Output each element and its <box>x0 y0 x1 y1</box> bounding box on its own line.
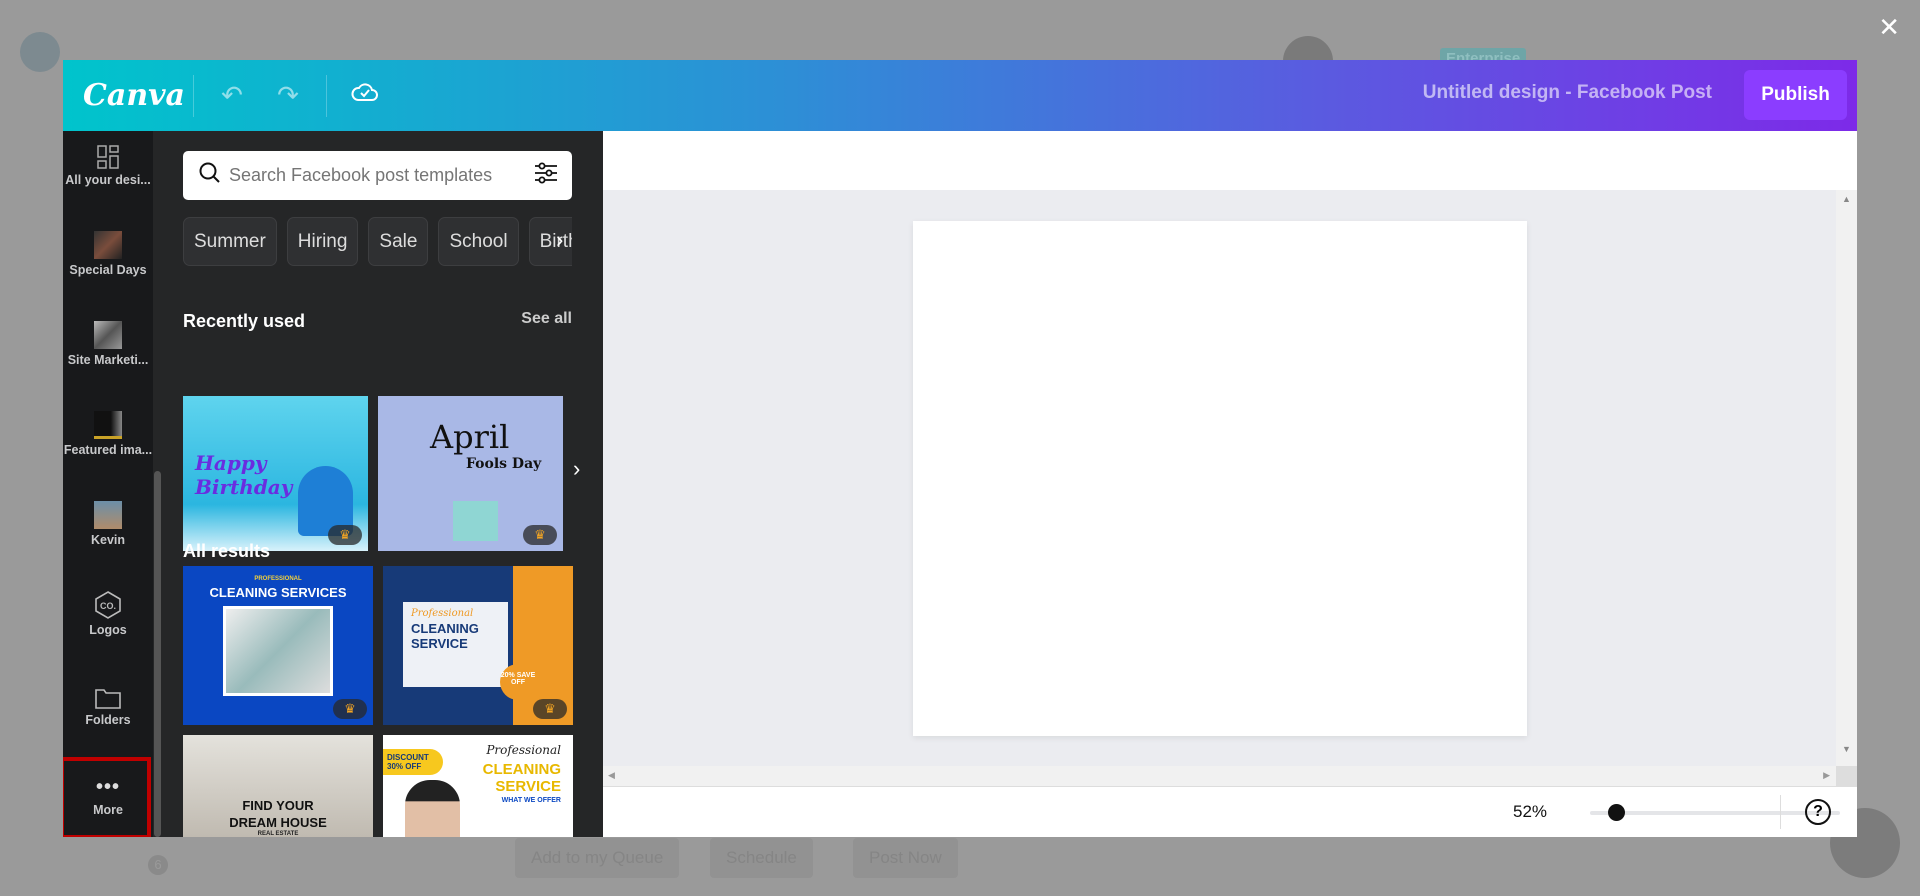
premium-crown-icon: ♛ <box>333 699 367 719</box>
see-all-link[interactable]: See all <box>521 310 572 328</box>
canvas-area <box>603 190 1836 766</box>
rail-item-special-days[interactable]: Special Days <box>63 231 153 321</box>
template-cleaning-service-navy[interactable]: Professional CLEANING SERVICE 20% SAVE O… <box>383 566 573 725</box>
search-icon <box>199 162 221 189</box>
filter-sliders-icon[interactable] <box>534 162 558 189</box>
design-page[interactable] <box>913 221 1527 736</box>
folder-thumbnail <box>94 321 122 349</box>
rail-label: Site Marketi... <box>67 353 149 367</box>
rail-item-kevin[interactable]: Kevin <box>63 501 153 591</box>
gift-shape <box>453 501 498 541</box>
premium-crown-icon: ♛ <box>523 525 557 545</box>
rail-label: Special Days <box>69 263 147 277</box>
folder-icon <box>63 681 153 709</box>
rail-label: Folders <box>85 713 131 727</box>
bg-logo <box>20 32 60 72</box>
canvas-footer: 52% ? <box>603 787 1857 837</box>
rail-label: Featured ima... <box>63 443 153 457</box>
template-text: CLEANING SERVICE <box>411 621 479 651</box>
rail-item-site-marketing[interactable]: Site Marketi... <box>63 321 153 411</box>
template-text: CLEANING SERVICES <box>209 585 347 600</box>
editor-header: Canva ↶ ↷ Untitled design - Facebook Pos… <box>63 60 1857 131</box>
bg-fb-count: 6 <box>148 855 168 875</box>
scrollbar-corner <box>1836 766 1857 787</box>
canva-editor-modal: Canva ↶ ↷ Untitled design - Facebook Pos… <box>63 60 1857 837</box>
template-cleaning-service-yellow[interactable]: DISCOUNT 30% OFF Professional CLEANING S… <box>383 735 573 837</box>
woman-photo <box>405 780 460 837</box>
chip-birthday[interactable]: Birthday <box>528 217 572 266</box>
rail-item-logos[interactable]: CO. Logos <box>63 591 153 681</box>
template-april-fools[interactable]: April Fools Day ♛ <box>378 396 563 551</box>
template-cleaning-services[interactable]: PROFESSIONAL CLEANING SERVICES ♛ <box>183 566 373 725</box>
zoom-value: 52% <box>1513 802 1548 821</box>
premium-crown-icon: ♛ <box>533 699 567 719</box>
info-card: Professional CLEANING SERVICE <box>403 602 508 687</box>
template-kicker: PROFESSIONAL <box>254 576 302 582</box>
template-subtext: Fools Day <box>466 456 542 472</box>
divider <box>1780 795 1781 829</box>
template-kicker: Professional <box>411 608 474 619</box>
template-subtext: WHAT WE OFFER <box>501 797 561 804</box>
premium-crown-icon: ♛ <box>328 525 362 545</box>
bg-add-queue-button: Add to my Queue <box>515 838 680 878</box>
category-chips: Summer Hiring Sale School Birthday <box>183 217 572 266</box>
design-title[interactable]: Untitled design - Facebook Post <box>1423 82 1712 104</box>
zoom-slider[interactable] <box>1590 804 1840 821</box>
template-text: Happy Birthday <box>195 451 293 499</box>
chip-sale[interactable]: Sale <box>368 217 429 266</box>
bg-post-now-button: Post Now <box>853 838 958 878</box>
template-kicker: REAL ESTATE <box>257 831 299 837</box>
close-icon[interactable]: ✕ <box>1878 12 1900 43</box>
folder-thumbnail <box>94 231 122 259</box>
rail-label: All your desi... <box>65 173 151 187</box>
chip-summer[interactable]: Summer <box>183 217 277 266</box>
canvas-top-strip <box>617 131 1857 190</box>
discount-badge: 20% SAVE OFF <box>500 664 536 700</box>
publish-button[interactable]: Publish <box>1744 70 1847 120</box>
rail-item-all-designs[interactable]: All your desi... <box>63 141 153 231</box>
photo-collage <box>223 606 333 696</box>
folder-thumbnail <box>94 411 122 439</box>
redo-icon[interactable]: ↷ <box>260 80 316 111</box>
help-icon[interactable]: ? <box>1805 799 1831 825</box>
chip-hiring[interactable]: Hiring <box>286 217 359 266</box>
chip-school[interactable]: School <box>438 217 519 266</box>
divider <box>193 74 194 117</box>
grid-icon <box>63 141 153 169</box>
canva-logo: Canva <box>83 78 185 113</box>
rail-label: Logos <box>89 623 127 637</box>
template-text: CLEANING SERVICE <box>482 761 561 795</box>
template-text: April <box>430 418 510 456</box>
template-dream-house[interactable]: FIND YOUR DREAM HOUSE REAL ESTATE <box>183 735 373 837</box>
horizontal-scrollbar[interactable]: ◀ ▶ <box>603 766 1836 787</box>
highlight-box <box>63 757 151 837</box>
recent-next-arrow[interactable]: › <box>573 456 580 482</box>
all-results-heading: All results <box>183 541 271 561</box>
panel-scrollbar[interactable] <box>154 471 161 837</box>
template-kicker: Professional <box>486 743 561 757</box>
templates-panel: Summer Hiring Sale School Birthday › Rec… <box>153 131 603 837</box>
discount-badge: DISCOUNT 30% OFF <box>383 749 443 775</box>
undo-icon[interactable]: ↶ <box>204 80 260 111</box>
search-input[interactable] <box>229 165 534 186</box>
folder-thumbnail <box>94 501 122 529</box>
bg-schedule-button: Schedule <box>710 838 813 878</box>
cloud-saved-icon[interactable] <box>337 80 393 111</box>
template-happy-birthday[interactable]: Happy Birthday ♛ <box>183 396 368 551</box>
side-rail: All your desi... Special Days Site Marke… <box>63 131 153 837</box>
recently-used-heading: Recently used <box>183 311 306 331</box>
template-text: FIND YOUR DREAM HOUSE <box>229 798 327 830</box>
svg-text:CO.: CO. <box>100 601 116 611</box>
rail-label: Kevin <box>90 533 126 547</box>
divider <box>326 74 327 117</box>
vertical-scrollbar[interactable]: ▲ ▼ <box>1836 190 1857 766</box>
rail-item-featured-images[interactable]: Featured ima... <box>63 411 153 501</box>
search-box[interactable] <box>183 151 572 200</box>
logo-hexagon-icon: CO. <box>63 591 153 619</box>
zoom-slider-knob[interactable] <box>1607 804 1625 821</box>
chips-next-arrow[interactable]: › <box>556 227 563 253</box>
